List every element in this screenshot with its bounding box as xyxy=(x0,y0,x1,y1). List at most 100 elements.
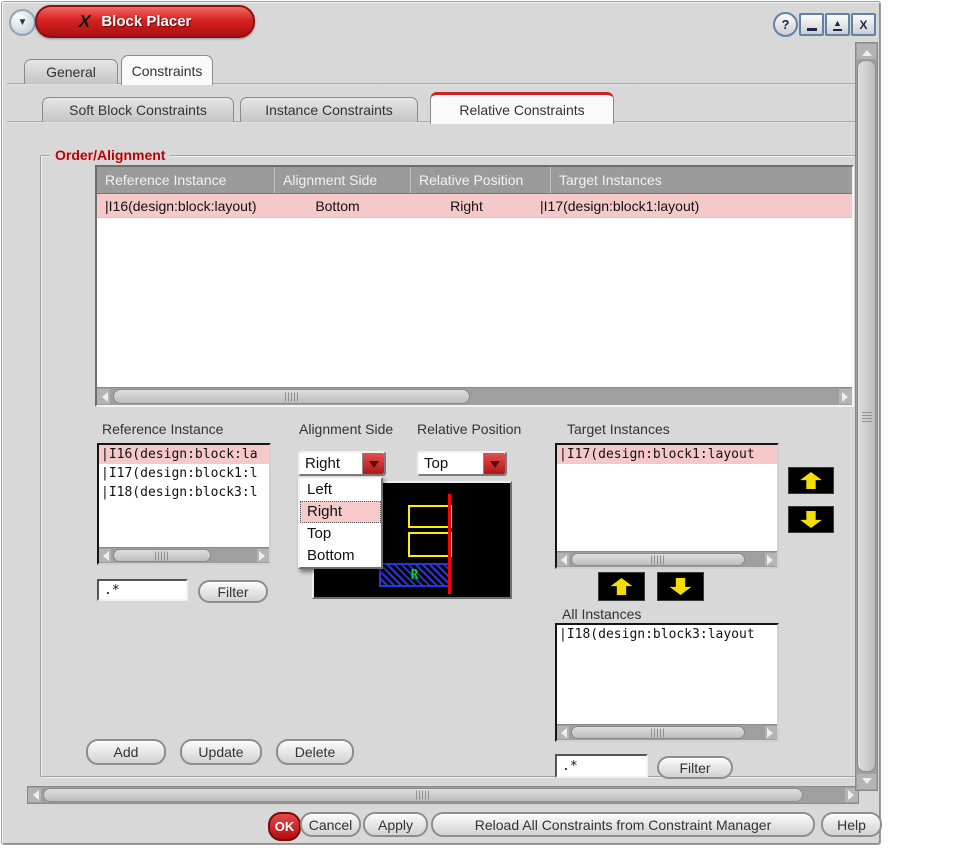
scroll-left-icon xyxy=(97,391,108,402)
scrollbar-grip xyxy=(284,392,299,401)
reference-instance-label: Reference Instance xyxy=(102,421,224,437)
reference-filter-button[interactable]: Filter xyxy=(198,580,268,603)
add-button[interactable]: Add xyxy=(86,739,166,765)
menu-item-top[interactable]: Top xyxy=(300,523,381,545)
reference-block-shape: R xyxy=(379,563,450,587)
scroll-down-button[interactable] xyxy=(857,774,876,789)
constraints-table: Reference Instance Alignment Side Relati… xyxy=(95,165,854,407)
chevron-down-icon xyxy=(368,460,379,473)
all-instances-filter-input[interactable] xyxy=(555,754,648,778)
tab-relative-constraints[interactable]: Relative Constraints xyxy=(430,92,614,124)
relative-position-dropdown[interactable]: Top xyxy=(417,451,507,476)
scroll-left-button[interactable] xyxy=(557,553,569,566)
table-row[interactable]: |I16(design:block:layout) Bottom Right |… xyxy=(97,194,852,218)
reference-filter-input[interactable] xyxy=(97,579,188,601)
all-instances-scrollbar[interactable] xyxy=(557,724,777,740)
scroll-up-button[interactable] xyxy=(857,44,876,59)
maximize-button[interactable]: ▲ xyxy=(825,13,850,36)
reference-list-scrollbar[interactable] xyxy=(99,547,269,563)
title-tab[interactable]: X Block Placer xyxy=(35,5,255,38)
scroll-right-button[interactable] xyxy=(765,553,777,566)
all-instances-filter-button[interactable]: Filter xyxy=(657,756,733,779)
scroll-left-icon xyxy=(98,550,109,561)
relative-position-dropdown-button[interactable] xyxy=(483,453,505,474)
move-to-target-button[interactable] xyxy=(598,572,645,601)
list-item[interactable]: |I18(design:block3:l xyxy=(99,483,269,502)
title-x-icon: X xyxy=(76,11,93,31)
scrollbar-grip xyxy=(651,728,665,737)
scrollbar-thumb[interactable] xyxy=(571,553,745,566)
alignment-side-menu: Left Right Top Bottom xyxy=(298,477,383,569)
delete-button[interactable]: Delete xyxy=(276,739,354,765)
maximize-icon: ▲ xyxy=(833,18,842,31)
scrollbar-grip xyxy=(861,410,872,422)
list-item[interactable]: |I17(design:block1:layout xyxy=(557,445,777,464)
scroll-left-icon xyxy=(556,554,567,565)
table-scrollbar-thumb[interactable] xyxy=(113,389,470,404)
reorder-up-button[interactable] xyxy=(788,467,834,494)
apply-button[interactable]: Apply xyxy=(363,812,428,837)
main-vertical-thumb[interactable] xyxy=(857,60,876,772)
scroll-right-icon xyxy=(767,554,778,565)
alignment-side-dropdown[interactable]: Right xyxy=(298,451,386,476)
scrollbar-grip xyxy=(155,551,169,560)
main-vertical-scrollbar[interactable] xyxy=(855,42,878,791)
alignment-side-dropdown-button[interactable] xyxy=(362,453,384,474)
list-item[interactable]: |I18(design:block3:layout xyxy=(557,625,777,644)
scroll-right-icon xyxy=(841,391,853,402)
scrollbar-thumb[interactable] xyxy=(113,549,211,562)
reload-constraints-button[interactable]: Reload All Constraints from Constraint M… xyxy=(431,812,815,837)
main-scrollbar-thumb[interactable] xyxy=(43,788,803,802)
cancel-button[interactable]: Cancel xyxy=(300,812,361,837)
update-button[interactable]: Update xyxy=(180,739,262,765)
window-help-button[interactable]: ? xyxy=(773,12,798,37)
reference-instance-list: |I16(design:block:la |I17(design:block1:… xyxy=(97,443,271,565)
ok-button[interactable]: OK xyxy=(268,812,301,841)
reference-block-label: R xyxy=(410,567,419,583)
alignment-edge-line xyxy=(448,494,451,594)
scroll-left-button[interactable] xyxy=(28,788,41,802)
scroll-left-button[interactable] xyxy=(97,389,110,404)
scrollbar-thumb[interactable] xyxy=(571,726,745,739)
window-menu-button[interactable]: ▼ xyxy=(9,9,36,36)
close-icon: X xyxy=(859,17,868,32)
block-placer-window: ▼ X Block Placer ? ▲ X General Constrain… xyxy=(1,1,882,845)
help-button[interactable]: Help xyxy=(821,812,882,837)
column-header-alignment-side[interactable]: Alignment Side xyxy=(274,167,410,193)
list-item[interactable]: |I17(design:block1:l xyxy=(99,464,269,483)
minimize-button[interactable] xyxy=(799,13,824,36)
target-list-scrollbar[interactable] xyxy=(557,551,777,567)
table-horizontal-scrollbar[interactable] xyxy=(97,387,852,405)
move-to-all-button[interactable] xyxy=(657,572,704,601)
column-header-reference-instance[interactable]: Reference Instance xyxy=(97,167,274,193)
scroll-right-button[interactable] xyxy=(765,726,777,739)
menu-item-left[interactable]: Left xyxy=(300,479,381,501)
menu-item-bottom[interactable]: Bottom xyxy=(300,545,381,567)
list-item[interactable]: |I16(design:block:la xyxy=(99,445,269,464)
menu-chevron-icon: ▼ xyxy=(17,17,28,28)
scroll-left-button[interactable] xyxy=(557,726,569,739)
tab-general[interactable]: General xyxy=(24,59,118,84)
tab-instance-constraints[interactable]: Instance Constraints xyxy=(240,97,418,122)
reorder-down-button[interactable] xyxy=(788,506,834,533)
menu-item-right[interactable]: Right xyxy=(300,501,381,523)
target-instances-label: Target Instances xyxy=(567,421,670,437)
scroll-left-icon xyxy=(28,790,39,800)
down-arrow-icon xyxy=(800,511,822,528)
column-header-target-instances[interactable]: Target Instances xyxy=(550,167,852,193)
all-instances-list: |I18(design:block3:layout xyxy=(555,623,779,742)
scrollbar-grip xyxy=(416,790,430,800)
target-block-shape xyxy=(408,532,452,557)
tab-constraints[interactable]: Constraints xyxy=(121,55,213,85)
scroll-right-button[interactable] xyxy=(257,549,269,562)
main-horizontal-scrollbar[interactable] xyxy=(27,786,859,804)
scroll-left-button[interactable] xyxy=(99,549,111,562)
cell-target-instances: |I17(design:block1:layout) xyxy=(540,197,700,214)
tab-soft-block-constraints[interactable]: Soft Block Constraints xyxy=(42,97,234,122)
scroll-right-button[interactable] xyxy=(839,389,852,404)
relative-position-label: Relative Position xyxy=(417,421,522,437)
window-title: Block Placer xyxy=(101,13,192,30)
target-block-shape xyxy=(408,505,452,528)
close-button[interactable]: X xyxy=(851,13,876,36)
column-header-relative-position[interactable]: Relative Position xyxy=(410,167,550,193)
